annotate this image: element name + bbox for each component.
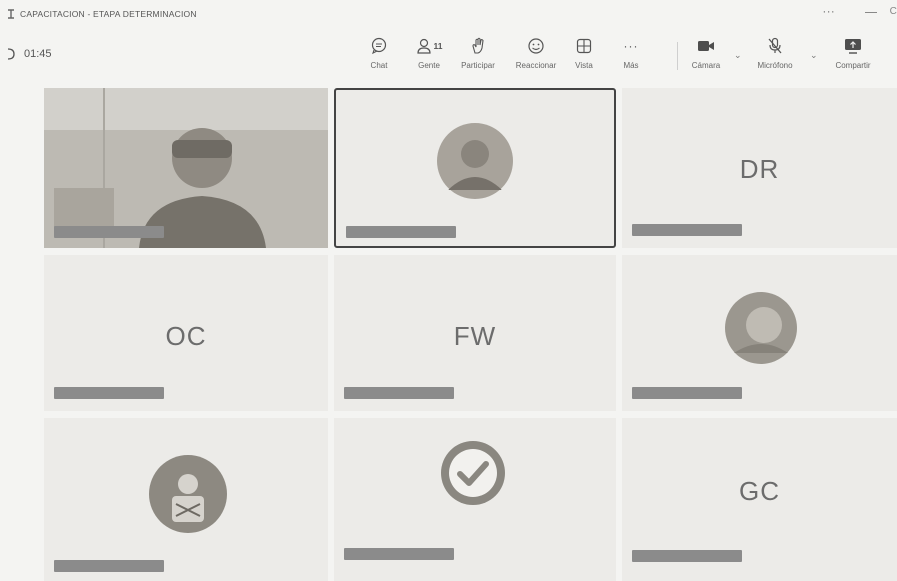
participant-name-tag — [632, 387, 742, 399]
participant-initials: DR — [739, 154, 780, 184]
participant-tile-speaking[interactable] — [334, 88, 616, 248]
participant-grid: DR OC FW GC — [0, 0, 897, 581]
participant-initials: FW — [453, 321, 497, 351]
participant-name-tag — [346, 226, 456, 238]
participant-name-tag — [632, 224, 742, 236]
participant-tile-gc[interactable]: GC — [622, 418, 897, 581]
participant-name-tag — [344, 387, 454, 399]
participant-name-tag — [54, 226, 164, 238]
checkmark-avatar-icon — [441, 441, 505, 505]
participant-tile-avatar[interactable] — [334, 418, 616, 581]
participant-avatar — [437, 123, 513, 199]
participant-tile-oc[interactable]: OC — [44, 255, 328, 411]
participant-tile-dr[interactable]: DR — [622, 88, 897, 248]
participant-name-tag — [632, 550, 742, 562]
participant-initials: OC — [165, 321, 207, 351]
participant-avatar — [149, 455, 227, 533]
participant-name-tag — [54, 560, 164, 572]
participant-name-tag — [344, 548, 454, 560]
participant-tile-avatar[interactable] — [44, 418, 328, 581]
participant-tile-avatar[interactable] — [622, 255, 897, 411]
participant-name-tag — [54, 387, 164, 399]
participant-tile-fw[interactable]: FW — [334, 255, 616, 411]
participant-tile-video[interactable] — [44, 88, 328, 248]
participant-initials: GC — [739, 476, 780, 506]
participant-video-feed — [44, 88, 328, 248]
participant-avatar — [725, 292, 797, 364]
